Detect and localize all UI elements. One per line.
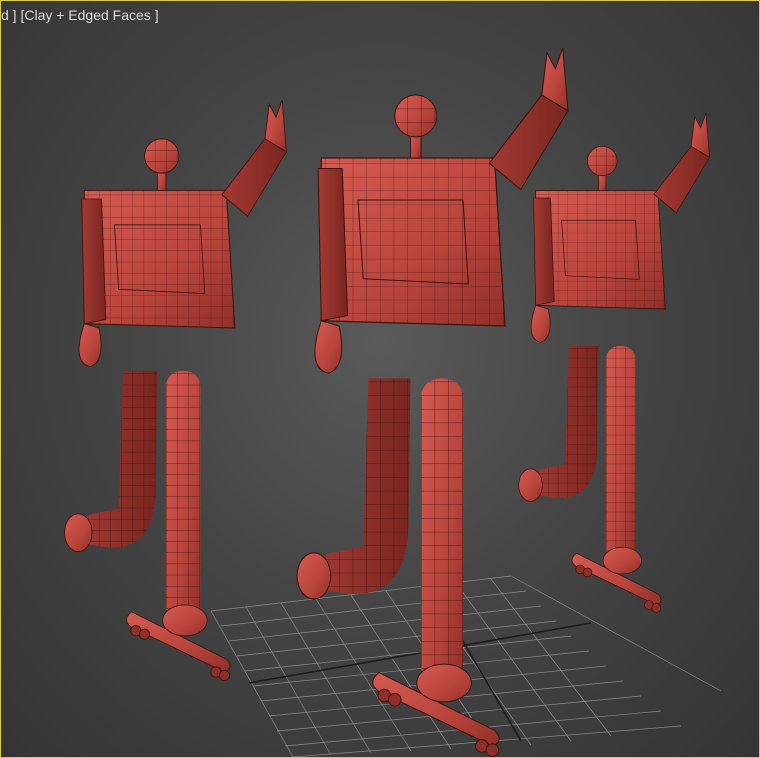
viewport-label[interactable]: d ] [Clay + Edged Faces ] [1, 7, 159, 23]
skater-figure-left[interactable] [64, 99, 287, 682]
scene-canvas[interactable] [1, 1, 759, 757]
skater-figure-center[interactable] [296, 47, 569, 757]
3d-viewport[interactable]: d ] [Clay + Edged Faces ] [0, 0, 760, 758]
skater-figure-right[interactable] [518, 112, 711, 613]
